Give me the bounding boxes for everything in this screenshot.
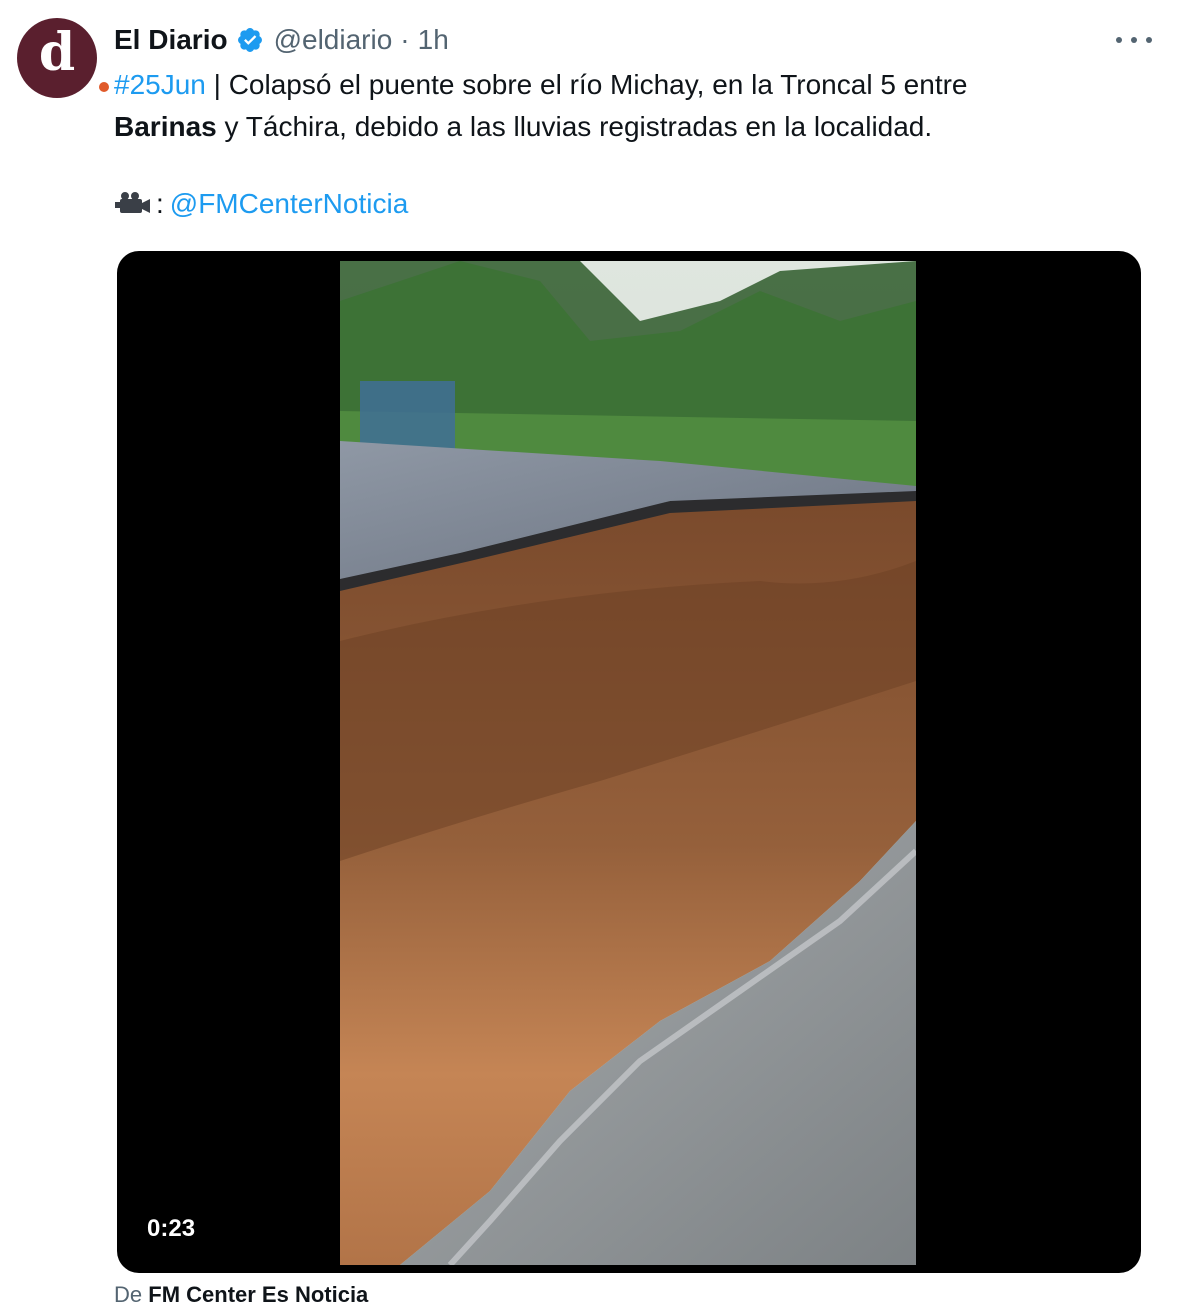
more-options-icon[interactable] [1116, 30, 1152, 50]
tweet-time[interactable]: 1h [418, 24, 449, 56]
credit-colon: : [156, 188, 164, 219]
credit-mention-link[interactable]: @FMCenterNoticia [170, 183, 408, 225]
source-prefix: De [114, 1282, 149, 1306]
hashtag-link[interactable]: #25Jun [114, 69, 206, 100]
tweet-text-part1: | Colapsó el puente sobre el río Michay,… [205, 69, 968, 100]
video-player[interactable]: 0:23 [117, 251, 1141, 1273]
separator-dot: · [400, 24, 410, 55]
more-dot [1116, 37, 1122, 43]
tweet-text-bold: Barinas [114, 111, 217, 142]
tweet-text-part2: y Táchira, debido a las lluvias registra… [216, 111, 933, 142]
tweet-header: El Diario @eldiario · 1h [114, 22, 449, 58]
video-thumbnail [340, 261, 916, 1265]
avatar-letter: d [38, 22, 76, 83]
tweet-text: #25Jun | Colapsó el puente sobre el río … [114, 64, 1134, 148]
video-duration: 0:23 [137, 1213, 206, 1245]
video-scene [340, 261, 916, 1265]
source-name-link[interactable]: FM Center Es Noticia [148, 1282, 368, 1306]
author-name[interactable]: El Diario [114, 24, 228, 56]
author-handle[interactable]: @eldiario [274, 24, 393, 56]
video-credit: : @FMCenterNoticia [114, 183, 408, 225]
avatar[interactable]: d [17, 18, 109, 98]
more-dot [1146, 37, 1152, 43]
more-dot [1131, 37, 1137, 43]
verified-badge-icon [237, 28, 262, 52]
avatar-dot [99, 82, 109, 92]
video-source: De FM Center Es Noticia [114, 1282, 368, 1306]
video-camera-icon [115, 192, 150, 213]
